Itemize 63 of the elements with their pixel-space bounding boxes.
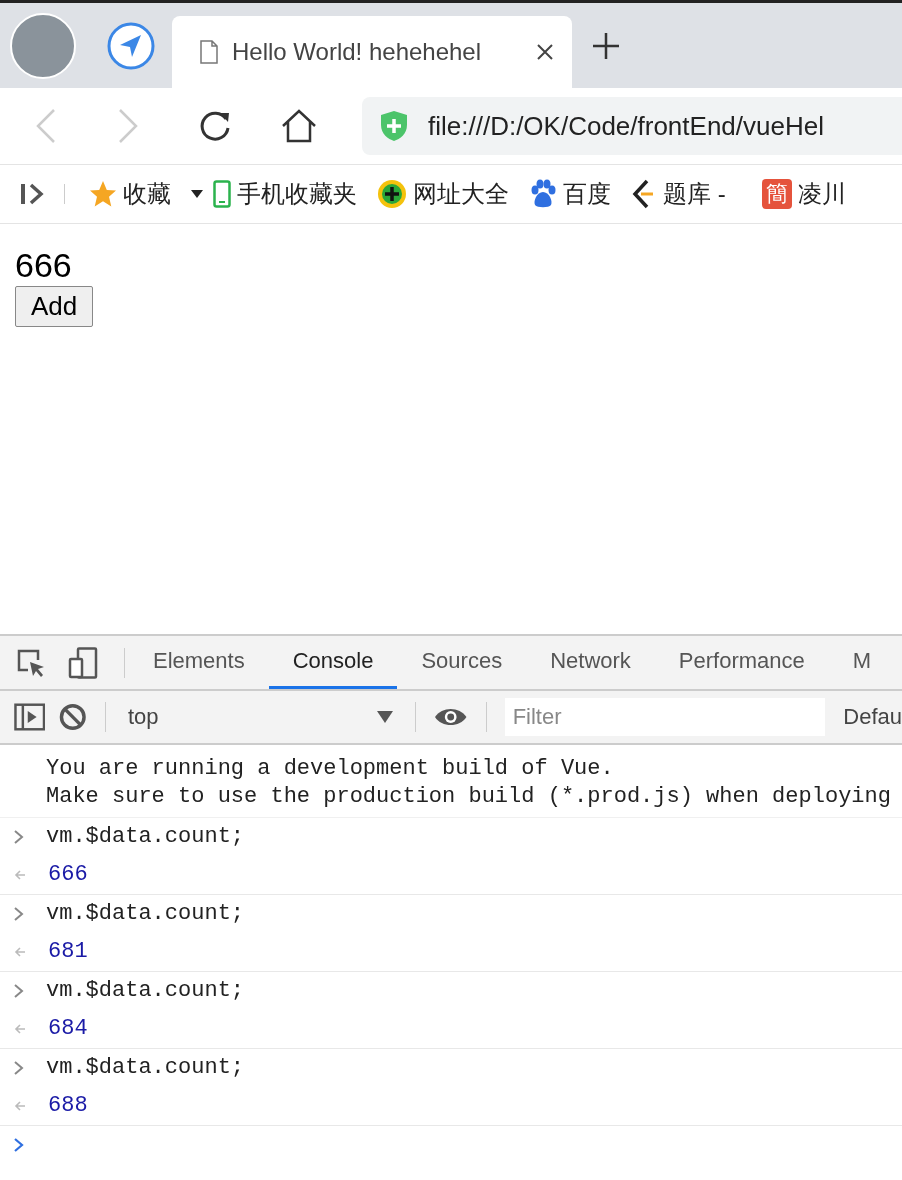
paw-icon xyxy=(529,179,557,209)
console-message: Make sure to use the production build (*.prod.js) when deploying xyxy=(46,783,891,811)
input-chevron-icon xyxy=(14,1061,24,1075)
console-result: 688 xyxy=(48,1092,88,1120)
address-bar[interactable]: file:///D:/OK/Code/frontEnd/vueHel xyxy=(362,97,902,155)
console-result: 666 xyxy=(48,861,88,889)
devtools-tab[interactable]: Network xyxy=(526,636,655,689)
bookmark-label: 网址大全 xyxy=(413,179,509,209)
bookmark-label: 凌川 xyxy=(797,179,846,209)
phone-icon xyxy=(213,180,231,208)
input-chevron-icon xyxy=(14,907,24,921)
bookmark-item[interactable]: 手机收藏夹 xyxy=(213,178,357,210)
sidebar-toggle-icon[interactable] xyxy=(14,703,46,731)
result-arrow-icon xyxy=(14,869,26,881)
result-arrow-icon xyxy=(14,1100,26,1112)
add-button[interactable]: Add xyxy=(15,286,94,327)
prompt-chevron-icon[interactable] xyxy=(14,1138,24,1152)
shield-icon xyxy=(380,110,408,142)
new-tab-icon[interactable] xyxy=(592,31,620,60)
bookmark-item[interactable]: 题库 - xyxy=(631,178,726,210)
result-arrow-icon xyxy=(14,1023,26,1035)
result-arrow-icon xyxy=(14,946,26,958)
bookmark-label: 题库 - xyxy=(663,179,726,209)
input-chevron-icon xyxy=(14,830,24,844)
console-command: vm.$data.count; xyxy=(46,823,245,851)
devtools-tab[interactable]: Sources xyxy=(397,636,527,689)
eye-icon[interactable] xyxy=(434,706,468,728)
context-dropdown[interactable]: top xyxy=(123,704,398,730)
console-result: 684 xyxy=(48,1015,88,1043)
sidebar-toggle-icon[interactable] xyxy=(20,182,46,206)
console-command: vm.$data.count; xyxy=(46,977,245,1005)
bookmark-item[interactable]: 收藏 xyxy=(89,178,171,210)
reload-icon[interactable] xyxy=(198,109,232,143)
bookmark-label: 百度 xyxy=(563,179,611,209)
plus-circle-icon xyxy=(377,179,407,209)
bookmark-label: 收藏 xyxy=(123,179,171,209)
page-icon xyxy=(200,40,218,64)
devtools-tab[interactable]: Elements xyxy=(129,636,269,689)
filter-field[interactable]: Filter xyxy=(504,698,826,736)
devtools-tab[interactable]: M xyxy=(828,636,896,689)
browser-tab[interactable]: Hello World! hehehehel xyxy=(172,16,572,88)
count-text: 666 xyxy=(15,245,73,286)
console-command: vm.$data.count; xyxy=(46,900,245,928)
device-toolbar-icon[interactable] xyxy=(68,646,98,679)
console-message: You are running a development build of Vue. xyxy=(46,755,615,783)
input-chevron-icon xyxy=(14,984,24,998)
home-icon[interactable] xyxy=(280,109,318,143)
inspect-element-icon[interactable] xyxy=(16,647,46,678)
log-levels-dropdown[interactable]: Defau xyxy=(843,704,902,730)
bookmark-item[interactable]: 簡 凌川 xyxy=(745,178,846,210)
bookmark-label: 手机收藏夹 xyxy=(237,179,357,209)
clear-console-icon[interactable] xyxy=(59,703,87,731)
tab-title: Hello World! hehehehel xyxy=(232,38,483,66)
bookmark-item[interactable]: 网址大全 xyxy=(377,178,509,210)
star-icon xyxy=(89,180,117,208)
badge-icon: 簡 xyxy=(761,179,792,209)
console-command: vm.$data.count; xyxy=(46,1054,245,1082)
console-result: 681 xyxy=(48,938,88,966)
close-icon[interactable] xyxy=(536,43,554,61)
dropdown-caret-icon[interactable] xyxy=(191,190,203,198)
bookmark-item[interactable]: 百度 xyxy=(529,178,611,210)
devtools-tab[interactable]: Performance xyxy=(654,636,829,689)
dropdown-caret-icon xyxy=(377,711,394,723)
